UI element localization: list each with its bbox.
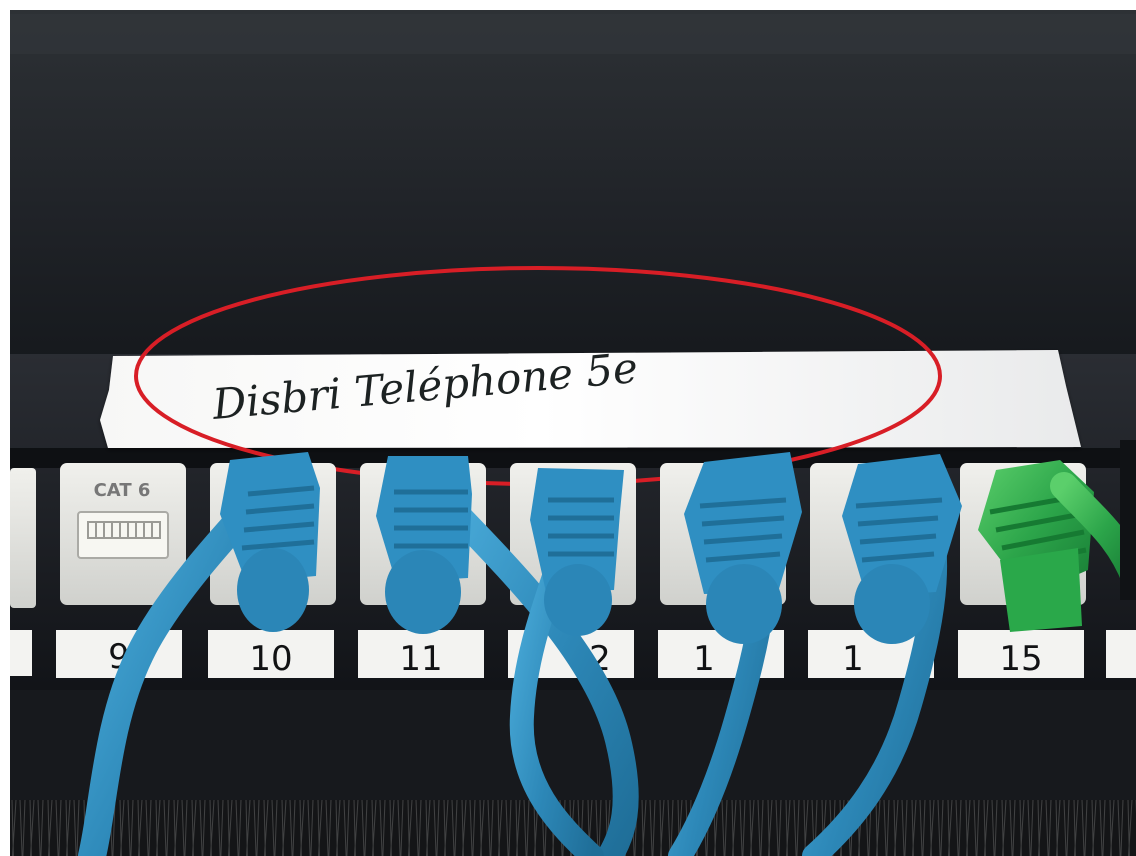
patch-panel-photo: Disbri Teléphone 5e CAT 6 9 10 11 2 1 1 … [0,0,1136,856]
rack-top-panel [10,10,1136,376]
rack-top-reflection [10,14,1136,54]
lower-rack-shelf [10,690,1136,800]
rj45-socket [77,511,169,559]
port-label-13-text: 1 [693,639,715,679]
partial-right-port-label [1106,630,1136,678]
partial-left-jack [10,468,36,608]
photo-page: Disbri Teléphone 5e CAT 6 9 10 11 2 1 1 … [0,0,1136,856]
port-label-15-text: 15 [999,639,1042,679]
right-edge-shadow [1120,440,1136,600]
port-label-10-text: 10 [249,639,292,679]
cat6-jack-label: CAT 6 [94,480,151,501]
port-label-11-text: 11 [399,639,442,679]
boot-port-11 [376,456,472,634]
partial-port-label [10,630,32,676]
port-label-14-text: 1 [842,639,864,679]
